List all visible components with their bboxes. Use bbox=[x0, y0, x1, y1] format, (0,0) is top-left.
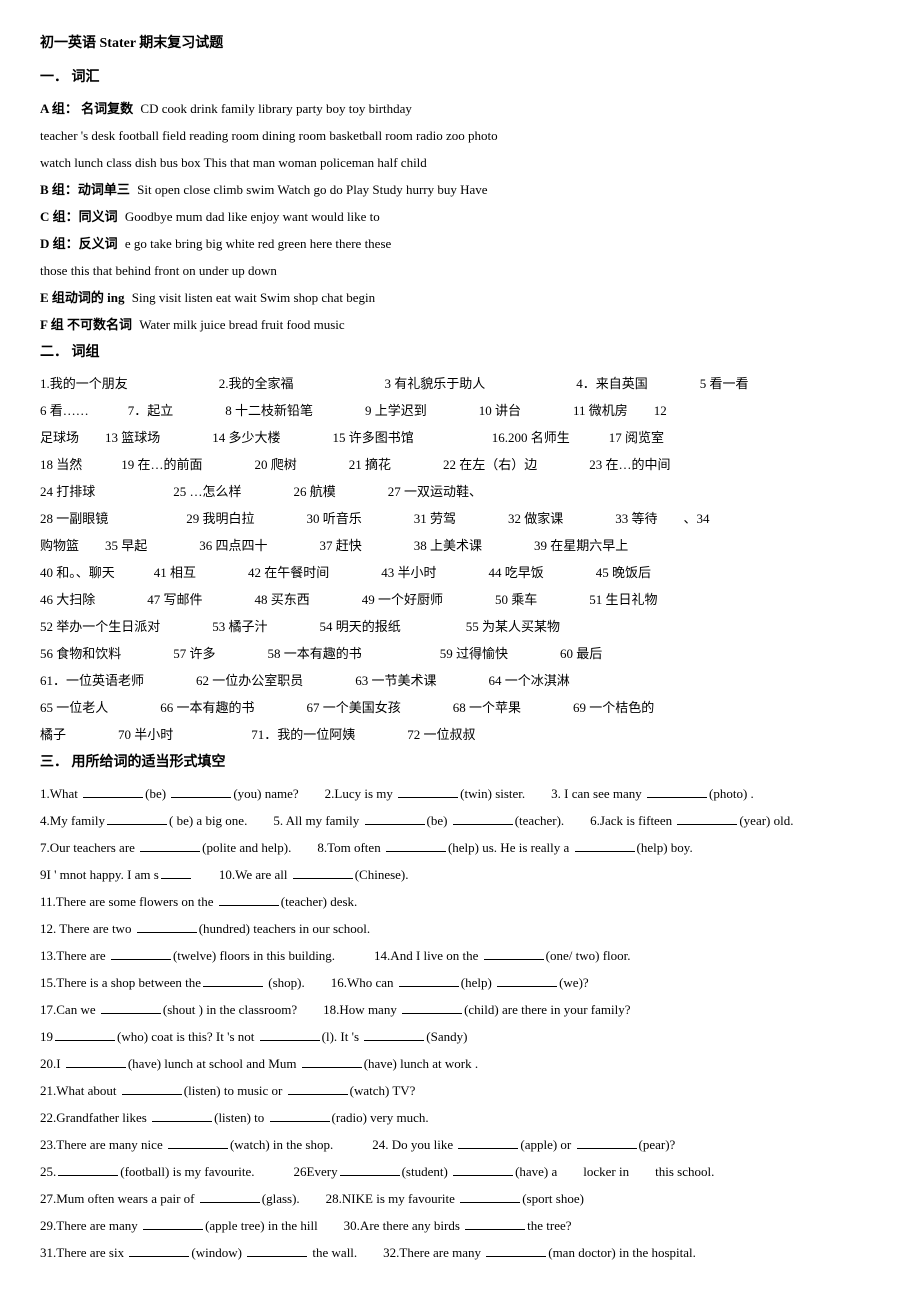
group-b-words: Sit open close climb swim Watch go do Pl… bbox=[137, 182, 487, 197]
group-f-label: F 组 不可数名词 bbox=[40, 317, 132, 332]
group-b-label: B 组：动词单三 bbox=[40, 182, 130, 197]
group-c-words: Goodbye mum dad like enjoy want would li… bbox=[125, 209, 380, 224]
group-d-words2: those this that behind front on under up… bbox=[40, 263, 277, 278]
page-title: 初一英语 Stater 期末复习试题 bbox=[40, 30, 880, 58]
vocab-section: A 组： 名词复数 CD cook drink family library p… bbox=[40, 96, 880, 338]
group-f-words: Water milk juice bread fruit food music bbox=[139, 317, 344, 332]
group-d-label: D 组：反义词 bbox=[40, 236, 118, 251]
group-a-label: A 组： 名词复数 bbox=[40, 101, 133, 116]
group-e-words: Sing visit listen eat wait Swim shop cha… bbox=[132, 290, 375, 305]
phrases-section: 1.我的一个朋友 2.我的全家福 3 有礼貌乐于助人 4．来自英国 5 看一看 … bbox=[40, 371, 880, 748]
group-a-words2: teacher 's desk football field reading r… bbox=[40, 128, 498, 143]
section3-header: 三． 用所给词的适当形式填空 bbox=[40, 749, 880, 777]
group-e-label: E 组动词的 ing bbox=[40, 290, 125, 305]
group-a-words3: watch lunch class dish bus box This that… bbox=[40, 155, 427, 170]
section1-header: 一． 词汇 bbox=[40, 64, 880, 92]
group-c-label: C 组：同义词 bbox=[40, 209, 118, 224]
fill-blank-section: 1.What (be) (you) name? 2.Lucy is my (tw… bbox=[40, 781, 880, 1266]
group-a-words: CD cook drink family library party boy t… bbox=[140, 101, 412, 116]
group-d-words: e go take bring big white red green here… bbox=[125, 236, 391, 251]
section2-header: 二． 词组 bbox=[40, 339, 880, 367]
